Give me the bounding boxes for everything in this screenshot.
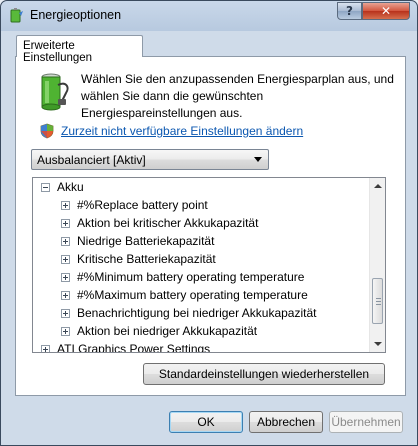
tree-scrollbar[interactable] <box>369 178 385 352</box>
close-button[interactable]: ✕ <box>362 2 410 20</box>
apply-button[interactable]: Übernehmen <box>329 411 403 433</box>
tree-node-label: #%Minimum battery operating temperature <box>77 270 305 284</box>
ok-button[interactable]: OK <box>169 411 243 433</box>
help-button[interactable]: ? <box>337 2 362 20</box>
tab-advanced-settings[interactable]: Erweiterte Einstellungen <box>16 35 143 64</box>
title-bar[interactable]: Energieoptionen ? ✕ <box>1 1 417 29</box>
expand-icon[interactable] <box>61 291 70 300</box>
expand-icon[interactable] <box>61 309 70 318</box>
change-unavailable-settings-link[interactable]: Zurzeit nicht verfügbare Einstellungen ä… <box>61 124 303 138</box>
tree-node-label: Akku <box>57 180 84 194</box>
uac-shield-icon <box>40 123 54 139</box>
expand-icon[interactable] <box>61 237 70 246</box>
scroll-thumb[interactable] <box>372 278 383 324</box>
tree-node-label: Kritische Batteriekapazität <box>77 252 216 266</box>
grip-line <box>376 301 381 302</box>
intro-line-1: Wählen Sie den anzupassenden Energiespar… <box>81 72 394 86</box>
intro-line-3: Energiespareinstellungen aus. <box>81 106 243 120</box>
power-plan-selected-value: Ausbalanciert [Aktiv] <box>37 153 146 167</box>
intro-description: Wählen Sie den anzupassenden Energiespar… <box>81 71 401 122</box>
collapse-icon[interactable] <box>41 183 50 192</box>
tab-label: Erweiterte Einstellungen <box>23 40 93 64</box>
tree-node-label: #%Maximum battery operating temperature <box>77 288 308 302</box>
tree-node-label: #%Replace battery point <box>77 198 208 212</box>
expand-icon[interactable] <box>61 327 70 336</box>
tree-node-label: Aktion bei niedriger Akkukapazität <box>77 324 258 338</box>
chevron-down-icon <box>254 157 262 162</box>
tree-node-label: Benachrichtigung bei niedriger Akkukapaz… <box>77 306 317 320</box>
tree-node-label: Aktion bei kritischer Akkukapazität <box>77 216 259 230</box>
power-options-icon <box>10 8 23 23</box>
tree-node-label: Niedrige Batteriekapazität <box>77 234 215 248</box>
expand-icon[interactable] <box>41 345 50 352</box>
power-plan-dropdown[interactable]: Ausbalanciert [Aktiv] <box>31 149 269 170</box>
scroll-up-icon[interactable] <box>374 184 382 188</box>
window-title: Energieoptionen <box>30 8 122 22</box>
expand-icon[interactable] <box>61 255 70 264</box>
cancel-button[interactable]: Abbrechen <box>249 411 323 433</box>
expand-icon[interactable] <box>61 201 70 210</box>
restore-defaults-button[interactable]: Standardeinstellungen wiederherstellen <box>143 363 385 385</box>
scroll-down-icon[interactable] <box>374 342 382 346</box>
battery-power-icon <box>41 73 69 111</box>
settings-tree[interactable]: Akku #%Replace battery point Aktion bei … <box>32 177 386 353</box>
intro-line-2: wählen Sie dann die gewünschten <box>81 89 264 103</box>
tree-node-label: ATI Graphics Power Settings <box>57 342 211 353</box>
dialog-window: Energieoptionen ? ✕ Erweiterte Einstellu… <box>0 0 418 446</box>
expand-icon[interactable] <box>61 219 70 228</box>
grip-line <box>376 304 381 305</box>
grip-line <box>376 298 381 299</box>
expand-icon[interactable] <box>61 273 70 282</box>
